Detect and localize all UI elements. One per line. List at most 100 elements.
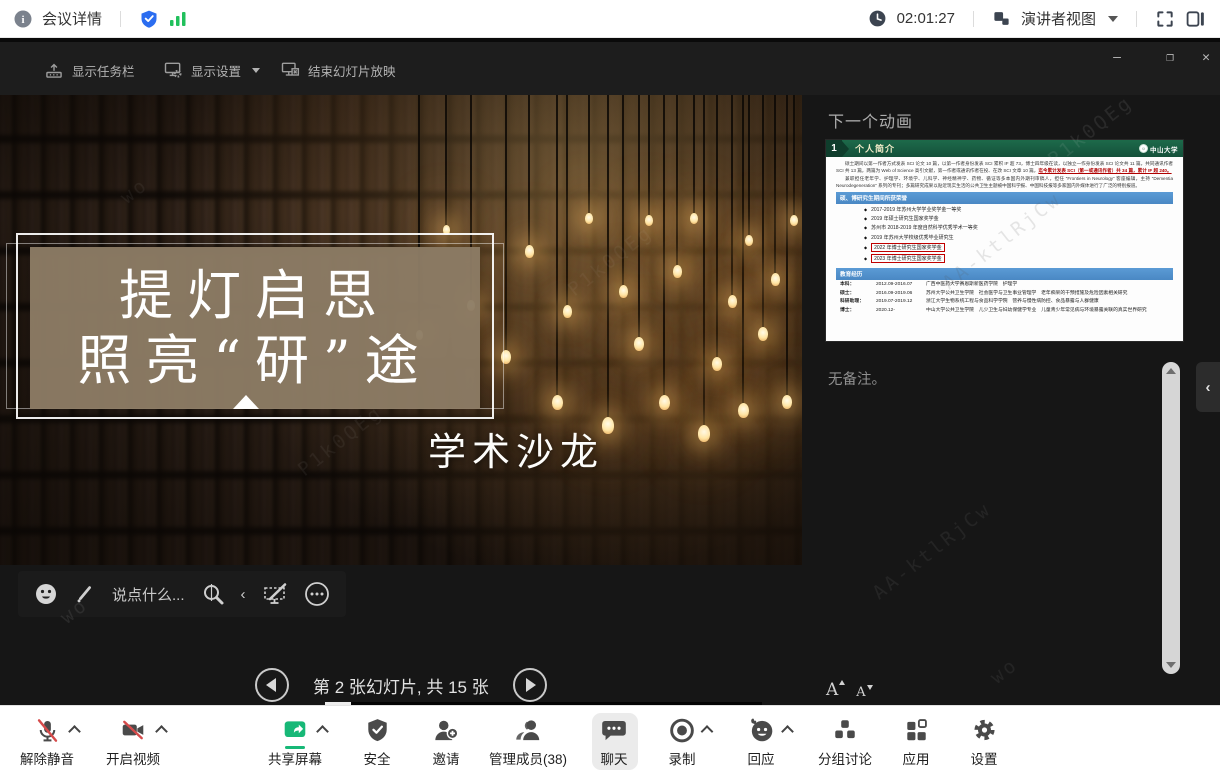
view-mode-label[interactable]: 演讲者视图 [1021,8,1096,29]
award-item: ◆2023 年博士研究生国家奖学金 [836,253,1173,264]
pen-icon[interactable] [74,583,96,605]
window-restore-button[interactable]: ❐ [1160,50,1180,65]
show-taskbar-button[interactable]: 显示任务栏 [44,60,135,80]
info-icon[interactable]: i [14,10,32,28]
award-item: ◆苏州市 2018-2019 年度自然科学优秀学术一等奖 [836,223,1173,232]
logo-text: 中山大学 [1150,144,1178,154]
divider [120,11,121,27]
sharing-active-indicator [285,746,305,749]
apps-grid-icon [903,717,929,743]
slide-navigation: 第 2 张幻灯片, 共 15 张 [255,668,547,702]
show-taskbar-label: 显示任务栏 [72,61,135,80]
start-video-label: 开启视频 [106,748,160,768]
meeting-bottom-toolbar: 解除静音 开启视频 共享屏幕 安全 邀请 管理成员(38) 聊天 [0,705,1220,775]
chevron-up-icon[interactable] [781,725,794,738]
reactions-label: 回应 [748,748,775,768]
display-settings-icon [163,60,183,80]
slide-title-line1: 提灯启思 [119,266,391,325]
education-row: 本科：2012.09-2016.07广西中医药大学赛恩斯新医药学院 护理学 [836,280,1173,289]
invite-person-icon [433,717,460,744]
window-minimize-button[interactable]: – [1107,50,1127,65]
security-label: 安全 [364,748,391,768]
notes-scrollbar[interactable] [1162,362,1180,674]
preview-paragraph-1: 硕士期间以第一作者方式发表 SCI 论文 10 篇，以第一作者身份发表 SCI … [836,160,1173,175]
preview-paragraph-2: 兼职担任老年学、护理学、环境学、儿科学、神经精神学、药物、循证等多本国内外期刊审… [836,175,1173,190]
chevron-left-icon[interactable]: ‹ [241,586,246,603]
share-screen-label: 共享屏幕 [268,748,322,768]
meeting-timer: 02:01:27 [897,10,955,27]
mic-off-icon [34,717,61,744]
emoji-icon[interactable] [34,582,58,606]
previous-slide-button[interactable] [255,668,289,702]
chevron-down-icon[interactable] [1108,16,1118,22]
chevron-up-icon[interactable] [68,725,81,738]
top-bar-left: i 会议详情 [14,8,187,29]
members-icon [513,717,543,744]
more-options-icon[interactable] [304,581,330,607]
preview-body: 硕士期间以第一作者方式发表 SCI 论文 10 篇，以第一作者身份发表 SCI … [826,157,1183,341]
award-item: ◆2022 年博士研究生国家奖学金 [836,242,1173,253]
security-button[interactable]: 安全 [364,715,391,768]
window-close-button[interactable]: ✕ [1196,50,1216,65]
network-signal-icon[interactable] [169,11,187,27]
layout-view-icon[interactable] [992,9,1011,28]
camera-off-icon [119,717,147,743]
preview-title: 个人简介 [855,142,895,155]
unmute-button[interactable]: 解除静音 [20,715,74,768]
chevron-up-icon[interactable] [316,725,329,738]
record-button[interactable]: 录制 [669,715,696,768]
decrease-font-button[interactable]: A [856,685,865,700]
notes-font-controls: A A [826,680,866,700]
breakout-rooms-button[interactable]: 分组讨论 [818,715,872,768]
education-row: 科研助理：2019.07-2019.12浙江大学生物系统工程与食品科学学院 营养… [836,297,1173,306]
triangle-decoration [233,395,259,409]
record-label: 录制 [669,748,696,768]
invite-button[interactable]: 邀请 [433,715,460,768]
manage-members-label: 管理成员(38) [489,748,567,768]
presenter-toolbar: 显示任务栏 显示设置 结束幻灯片放映 – ❐ ✕ [0,38,1220,95]
taskbar-icon [44,60,64,80]
chevron-down-icon [252,68,260,73]
share-screen-button[interactable]: 共享屏幕 [268,715,322,768]
apps-button[interactable]: 应用 [903,715,930,768]
annotation-toolbar: 说点什么... ‹ [18,571,346,617]
meeting-details-label[interactable]: 会议详情 [42,8,102,29]
end-slideshow-label: 结束幻灯片放映 [308,61,396,80]
side-panel-icon[interactable] [1185,9,1206,29]
logo-emblem: ☼ [1139,144,1148,153]
screen-annotate-icon[interactable] [262,582,288,606]
record-icon [669,717,696,744]
award-item: ◆2019 年苏州大学校级优秀毕业研究生 [836,233,1173,242]
panel-collapse-button[interactable]: ‹ [1196,362,1220,412]
display-settings-button[interactable]: 显示设置 [163,60,260,80]
reactions-button[interactable]: 回应 [747,715,775,768]
quick-chat-input[interactable]: 说点什么... [112,584,185,605]
slide-title-box: 提灯启思 照亮“研”途 [30,247,480,409]
settings-button[interactable]: 设置 [971,715,998,768]
divider [973,11,974,27]
end-slideshow-button[interactable]: 结束幻灯片放映 [280,60,396,80]
chevron-up-icon[interactable] [155,725,168,738]
chevron-up-icon[interactable] [701,725,714,738]
chat-label: 聊天 [601,748,628,768]
manage-members-button[interactable]: 管理成员(38) [489,715,567,768]
clock-icon [868,9,887,28]
notes-empty-text: 无备注。 [828,368,886,389]
fullscreen-icon[interactable] [1155,9,1175,29]
slide-title-line2: 照亮“研”途 [77,331,432,390]
chat-button[interactable]: 聊天 [601,715,628,768]
presentation-slide[interactable]: 提灯启思 照亮“研”途 学术沙龙 [0,95,802,565]
shield-check-icon [364,717,390,743]
top-bar-right: 02:01:27 演讲者视图 [868,8,1206,29]
security-shield-icon[interactable] [139,9,159,29]
start-video-button[interactable]: 开启视频 [106,715,160,768]
scroll-up-icon[interactable] [1166,368,1176,374]
increase-font-button[interactable]: A [826,680,838,700]
next-slide-button[interactable] [513,668,547,702]
scroll-down-icon[interactable] [1166,662,1176,668]
magnifier-icon[interactable] [201,582,225,606]
slide-subtitle: 学术沙龙 [428,421,604,476]
divider [1136,11,1137,27]
next-slide-preview[interactable]: 1 个人简介 ☼ 中山大学 硕士期间以第一作者方式发表 SCI 论文 10 篇，… [826,140,1183,341]
award-item: ◆2019 年硕士研究生国家奖学金 [836,214,1173,223]
